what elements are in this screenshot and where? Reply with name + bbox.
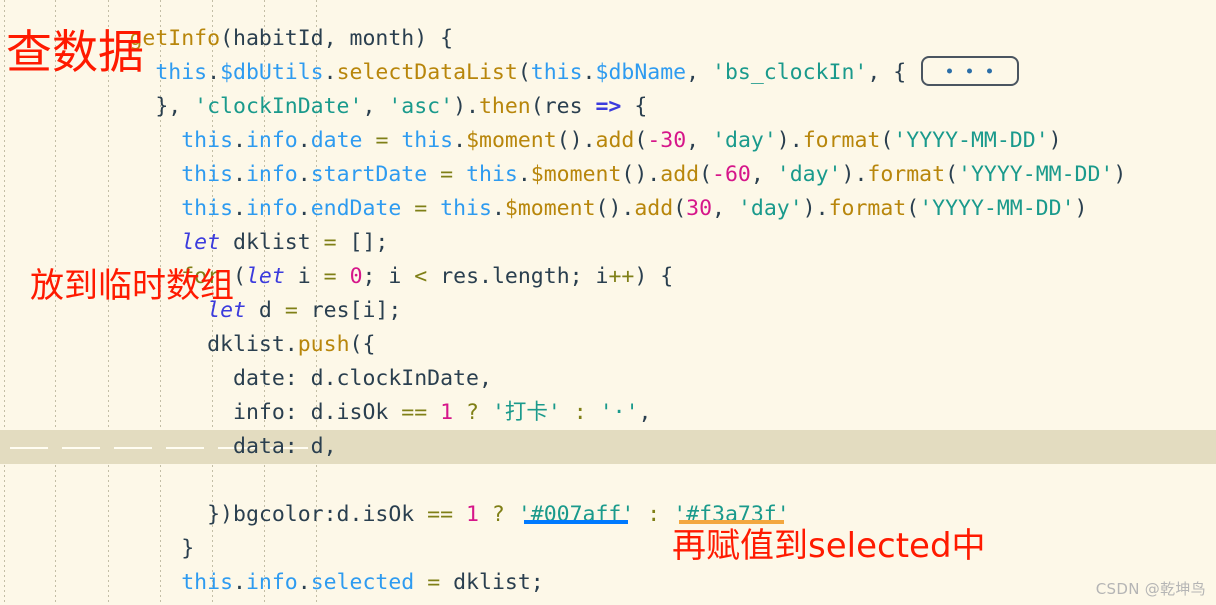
code-line[interactable]: } xyxy=(0,600,1216,605)
csdn-watermark: CSDN @乾坤鸟 xyxy=(1095,580,1206,598)
fold-dot xyxy=(947,68,953,74)
fold-dot xyxy=(987,68,993,74)
code-editor-screenshot: getInfo(habitId, month) { this.$dbUtils.… xyxy=(0,0,1216,605)
code-line[interactable]: getInfo(habitId, month) { xyxy=(0,0,1216,51)
color-literal-blue[interactable]: '#007aff' xyxy=(518,502,635,527)
annotation-temp-array: 放到临时数组 xyxy=(30,266,234,306)
annotation-query-data: 查数据 xyxy=(6,25,144,79)
fold-dot xyxy=(967,68,973,74)
code-line[interactable]: }) xyxy=(0,464,1216,527)
code-fold-widget[interactable] xyxy=(921,56,1020,86)
annotation-assign-selected: 再赋值到selected中 xyxy=(672,526,986,566)
